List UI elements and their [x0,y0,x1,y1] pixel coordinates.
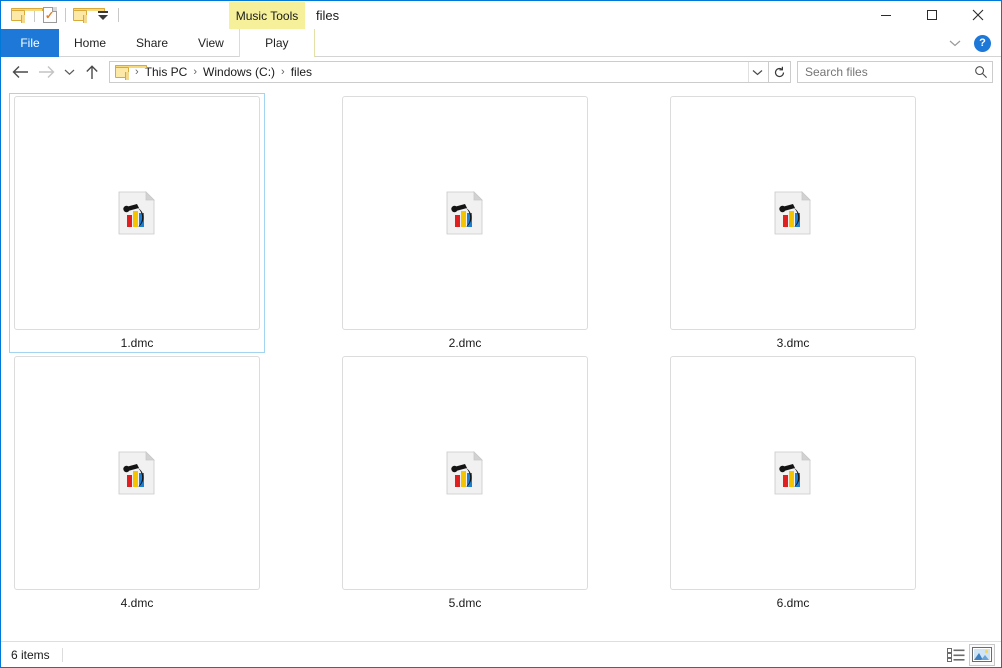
arrow-left-icon [12,66,28,78]
file-name-label: 1.dmc [120,336,154,350]
search-input[interactable] [805,65,974,79]
large-icons-view-button[interactable] [969,643,995,666]
file-thumbnail[interactable] [670,96,916,330]
search-icon[interactable] [974,65,988,79]
dmc-file-icon [446,190,483,234]
file-item-1[interactable]: 1.dmc [9,93,265,353]
file-thumbnail[interactable] [670,356,916,590]
file-thumbnail[interactable] [342,96,588,330]
file-thumbnail[interactable] [14,96,260,330]
window-title: files [316,7,340,23]
minimize-button[interactable] [863,1,909,29]
title-bar: ✓ Music Tools files [1,1,1001,29]
tab-file[interactable]: File [1,29,59,57]
refresh-icon [774,66,785,77]
caret-down-glyph [98,10,108,20]
toolbar-divider-2 [65,8,66,22]
up-button[interactable] [79,59,105,85]
file-item-4[interactable]: 4.dmc [9,353,265,613]
search-box[interactable] [797,61,993,83]
breadcrumb-item-windows-c[interactable]: Windows (C:) [198,65,280,79]
file-item-3[interactable]: 3.dmc [665,93,921,353]
file-list-area[interactable]: 1.dmc 2.dmc 3.dmc 4.dmc 5.dmc 6.dmc [1,87,1001,641]
details-view-button[interactable] [943,644,969,666]
document-check-glyph: ✓ [43,7,57,23]
folder-icon[interactable] [8,4,43,26]
arrow-up-icon [86,64,98,79]
breadcrumb-item-this-pc[interactable]: This PC [140,65,193,79]
toolbar-divider-3 [118,8,119,22]
item-count-label: 6 items [11,647,50,662]
help-button[interactable]: ? [974,34,991,52]
recent-locations-button[interactable] [59,59,79,85]
dmc-file-icon [118,450,155,494]
window-controls [863,1,1001,29]
breadcrumb-item-files[interactable]: files [286,65,317,79]
file-name-label: 2.dmc [448,336,482,350]
dmc-file-icon [774,450,811,494]
chevron-down-icon [949,40,961,47]
file-thumbnail[interactable] [14,356,260,590]
new-folder-icon[interactable] [70,4,105,26]
file-explorer-window: ✓ Music Tools files File Home Share View… [0,0,1002,668]
file-name-label: 6.dmc [776,596,810,610]
tab-share[interactable]: Share [121,29,183,57]
ribbon-tab-strip: File Home Share View Play ? [1,29,1001,58]
ribbon-right-controls: ? [944,29,997,57]
folder-glyph [11,8,43,23]
chevron-down-icon [752,69,763,75]
breadcrumb-dropdown-button[interactable] [748,62,766,82]
dmc-file-icon [118,190,155,234]
maximize-icon [927,10,937,20]
status-divider [61,647,63,662]
contextual-tab-header-music-tools: Music Tools [229,2,305,29]
file-thumbnail[interactable] [342,356,588,590]
back-button[interactable] [7,59,33,85]
new-folder-glyph [73,8,105,23]
quick-access-toolbar: ✓ [1,1,123,29]
tab-home[interactable]: Home [59,29,121,57]
status-bar: 6 items [1,641,1001,667]
file-name-label: 3.dmc [776,336,810,350]
dmc-file-icon [774,190,811,234]
minimize-icon [881,15,891,16]
chevron-down-icon [64,69,74,76]
tab-play[interactable]: Play [238,29,315,58]
close-icon [972,9,984,21]
large-icons-view-icon [972,647,992,662]
file-item-2[interactable]: 2.dmc [337,93,593,353]
breadcrumb[interactable]: › This PC › Windows (C:) › files [109,61,769,83]
file-item-6[interactable]: 6.dmc [665,353,921,613]
arrow-right-icon [38,66,54,78]
file-grid: 1.dmc 2.dmc 3.dmc 4.dmc 5.dmc 6.dmc [9,93,1001,613]
breadcrumb-folder-icon [115,65,147,80]
forward-button[interactable] [33,59,59,85]
tab-view[interactable]: View [183,29,239,57]
refresh-button[interactable] [769,61,791,83]
address-bar: › This PC › Windows (C:) › files [1,57,1001,87]
dmc-file-icon [446,450,483,494]
close-button[interactable] [955,1,1001,29]
properties-icon[interactable]: ✓ [39,4,61,26]
file-name-label: 4.dmc [120,596,154,610]
collapse-ribbon-button[interactable] [944,32,966,54]
file-item-5[interactable]: 5.dmc [337,353,593,613]
file-name-label: 5.dmc [448,596,482,610]
details-view-icon [947,647,965,662]
maximize-button[interactable] [909,1,955,29]
